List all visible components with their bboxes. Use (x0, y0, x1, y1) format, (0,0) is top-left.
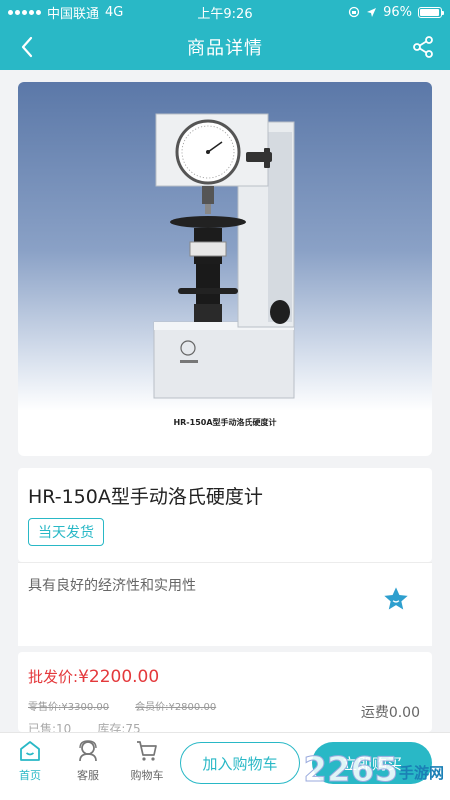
carrier-label: 中国联通 (47, 6, 100, 22)
price-card: 批发价: ¥2200.00 零售价:¥3300.00 会员价:¥2800.00 … (18, 652, 432, 732)
status-right: 96% (348, 4, 444, 20)
original-prices: 零售价:¥3300.00 会员价:¥2800.00 (28, 698, 216, 713)
product-info-card: HR-150A型手动洛氏硬度计 当天发货 (18, 468, 432, 562)
buy-now-button[interactable]: 立即购买 (312, 742, 432, 784)
nav-home-label: 首页 (19, 769, 41, 782)
image-caption: HR-150A型手动洛氏硬度计 (173, 418, 277, 427)
stock-info: 已售:10 库存:75 (28, 720, 141, 732)
nav-home[interactable]: 首页 (5, 739, 55, 789)
bottom-action-bar: 首页 客服 购物车 加入购物车 立即购买 (0, 732, 450, 800)
battery-percent: 96% (383, 4, 412, 20)
share-button[interactable] (408, 32, 438, 62)
shopping-cart-icon (137, 741, 157, 761)
wholesale-price: 批发价: ¥2200.00 (28, 666, 159, 687)
nav-cart[interactable]: 购物车 (122, 739, 172, 789)
page-title: 商品详情 (187, 38, 263, 59)
home-icon (20, 741, 40, 761)
retail-price: 零售价:¥3300.00 (28, 702, 110, 713)
status-bar: 中国联通 4G 上午9:26 96% (0, 0, 450, 24)
location-icon (367, 7, 377, 17)
product-description: 具有良好的经济性和实用性 (28, 578, 196, 594)
sold-count: 已售:10 (28, 722, 72, 732)
back-arrow-icon (21, 36, 33, 58)
app-header: 商品详情 (0, 24, 450, 70)
product-image-card[interactable]: HR-150A型手动洛氏硬度计 (18, 82, 432, 456)
nav-customer-service[interactable]: 客服 (63, 739, 113, 789)
status-left: 中国联通 4G (8, 3, 123, 22)
hardness-tester-illustration (153, 113, 295, 399)
lock-rotation-icon (348, 6, 360, 18)
member-price: 会员价:¥2800.00 (135, 702, 217, 713)
back-button[interactable] (12, 32, 42, 62)
shipping-fee: 运费0.00 (360, 705, 420, 721)
wholesale-price-label: 批发价: (28, 668, 79, 686)
stock-count: 库存:75 (97, 722, 141, 732)
same-day-shipping-tag: 当天发货 (28, 518, 104, 546)
star-icon (384, 587, 408, 610)
favorite-button[interactable] (382, 585, 410, 613)
wholesale-price-value: ¥2200.00 (78, 667, 160, 687)
battery-icon (418, 6, 444, 18)
headset-icon (79, 740, 97, 762)
nav-customer-service-label: 客服 (77, 769, 99, 782)
product-title: HR-150A型手动洛氏硬度计 (28, 486, 263, 508)
network-label: 4G (105, 4, 124, 20)
signal-icon (8, 9, 41, 15)
nav-cart-label: 购物车 (130, 769, 164, 782)
product-description-card: 具有良好的经济性和实用性 (18, 562, 432, 646)
add-to-cart-button[interactable]: 加入购物车 (180, 742, 300, 784)
share-icon (413, 36, 433, 58)
